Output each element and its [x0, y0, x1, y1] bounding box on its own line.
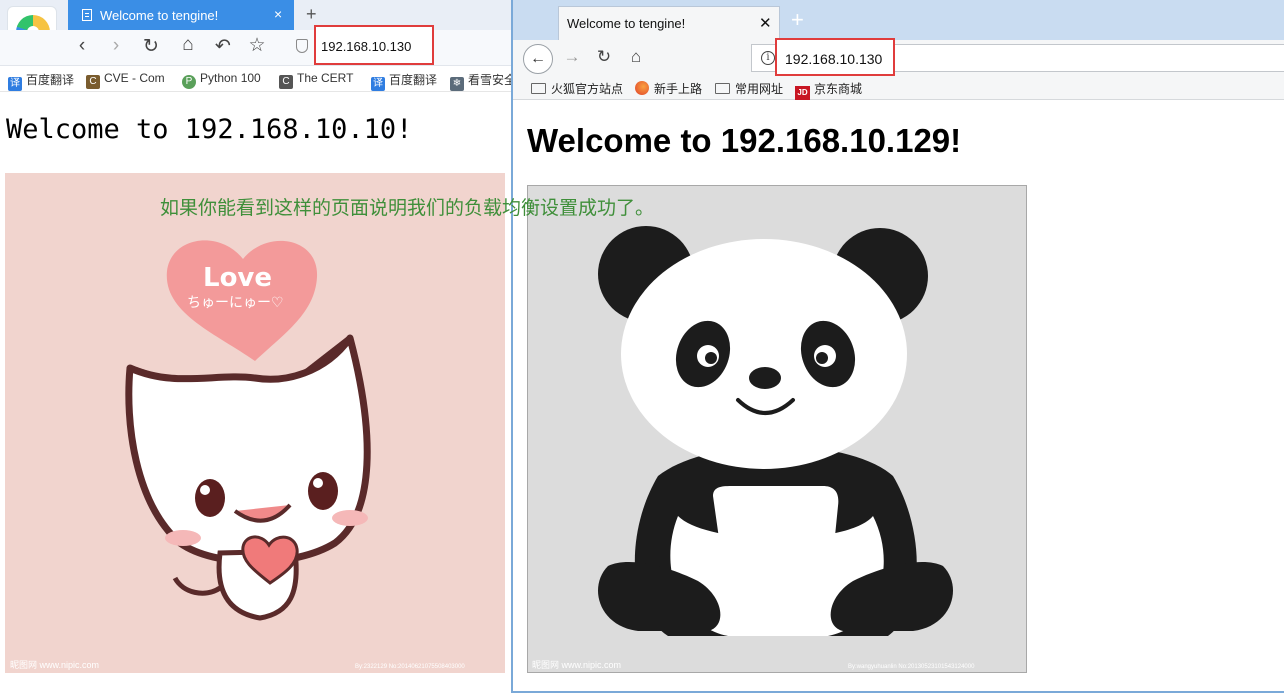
left-bookmarks-bar: 译百度翻译 C CVE - Com P Python 100 C The CERT 译… — [0, 66, 512, 92]
bookmark-item[interactable]: C CVE - Com — [86, 71, 165, 89]
translate-icon: 译 — [8, 77, 22, 91]
heart-love-text: Love — [203, 263, 272, 293]
bookmark-item[interactable]: P Python 100 — [182, 71, 261, 89]
bookmark-item[interactable]: 常用网址 — [715, 80, 783, 97]
back-icon[interactable]: ‹ — [70, 35, 94, 57]
shield-icon[interactable] — [296, 39, 308, 53]
home-icon[interactable]: ⌂ — [625, 47, 647, 67]
right-address-bar[interactable]: 192.168.10.130 — [775, 38, 895, 76]
right-tab-close-icon[interactable]: ✕ — [759, 14, 772, 32]
panda-illustration: 昵图网 www.nipic.com By:wangyuhuanlin No:20… — [532, 226, 975, 670]
page-icon — [82, 9, 92, 21]
forward-icon[interactable]: › — [104, 35, 128, 57]
back-icon[interactable]: ← — [523, 44, 553, 74]
left-watermark-id: By:2322129 No:20140621075508403000 — [355, 664, 465, 670]
left-image-caption: 如果你能看到这样的页面说明我们的负载均衡设置成功了。 — [160, 197, 655, 219]
heart-subtext: ちゅーにゅー♡ — [187, 295, 284, 311]
snowflake-icon: ❄ — [450, 77, 464, 91]
cat-illustration: Love ちゅーにゅー♡ 昵图网 www.nipic.com By:232212… — [10, 240, 465, 670]
left-watermark: 昵图网 www.nipic.com — [10, 660, 99, 670]
left-active-tab[interactable]: Welcome to tengine! × — [68, 0, 294, 30]
right-watermark: 昵图网 www.nipic.com — [532, 660, 621, 670]
cve-icon: C — [86, 75, 100, 89]
star-icon[interactable]: ☆ — [245, 34, 269, 57]
left-page-heading: Welcome to 192.168.10.10! — [6, 114, 413, 145]
firefox-icon — [635, 81, 649, 95]
bookmark-item[interactable]: C The CERT — [279, 71, 353, 89]
cat-heart-image: Love ちゅーにゅー♡ 昵图网 www.nipic.com By:232212… — [5, 173, 505, 673]
right-tab-title: Welcome to tengine! — [567, 16, 686, 31]
bookmark-item[interactable]: 译百度翻译 — [8, 71, 74, 91]
reload-icon[interactable]: ↻ — [139, 35, 163, 58]
panda-image: 昵图网 www.nipic.com By:wangyuhuanlin No:20… — [527, 185, 1027, 673]
bookmark-item[interactable]: JD 京东商城 — [795, 80, 862, 100]
folder-icon — [531, 83, 546, 94]
python-icon: P — [182, 75, 196, 89]
undo-icon[interactable]: ↶ — [211, 35, 235, 58]
right-watermark-id: By:wangyuhuanlin No:20130523101543124000 — [848, 664, 975, 670]
reload-icon[interactable]: ↻ — [593, 47, 615, 67]
left-tab-close-icon[interactable]: × — [274, 6, 282, 22]
info-icon[interactable]: i — [761, 51, 775, 65]
left-tab-title: Welcome to tengine! — [100, 8, 219, 23]
translate-icon: 译 — [371, 77, 385, 91]
bookmark-item[interactable]: 译百度翻译 — [371, 71, 437, 91]
right-active-tab[interactable]: Welcome to tengine! ✕ — [558, 6, 780, 40]
right-new-tab-button[interactable]: + — [791, 7, 804, 33]
right-address-text: 192.168.10.130 — [785, 51, 883, 67]
forward-icon[interactable]: → — [561, 47, 583, 67]
cert-icon: C — [279, 75, 293, 89]
right-browser-window: Welcome to tengine! ✕ + ← → ↻ ⌂ i 192.16… — [511, 0, 1284, 693]
left-new-tab-button[interactable]: + — [306, 4, 317, 25]
bookmark-item[interactable]: 火狐官方站点 — [531, 80, 623, 97]
bookmark-item[interactable]: ❄ 看雪安全 — [450, 71, 512, 91]
left-browser-window: Welcome to tengine! × + ‹ › ↻ ⌂ ↶ ☆ 192.… — [0, 0, 654, 693]
home-icon[interactable]: ⌂ — [176, 34, 200, 56]
left-address-bar[interactable]: 192.168.10.130 — [314, 25, 434, 65]
right-page-heading: Welcome to 192.168.10.129! — [527, 122, 962, 159]
folder-icon — [715, 83, 730, 94]
bookmark-item[interactable]: 新手上路 — [635, 80, 702, 97]
jd-icon: JD — [795, 86, 810, 100]
right-bookmarks-bar: 火狐官方站点 新手上路 常用网址 JD 京东商城 — [513, 76, 1284, 100]
left-address-text: 192.168.10.130 — [321, 39, 412, 54]
